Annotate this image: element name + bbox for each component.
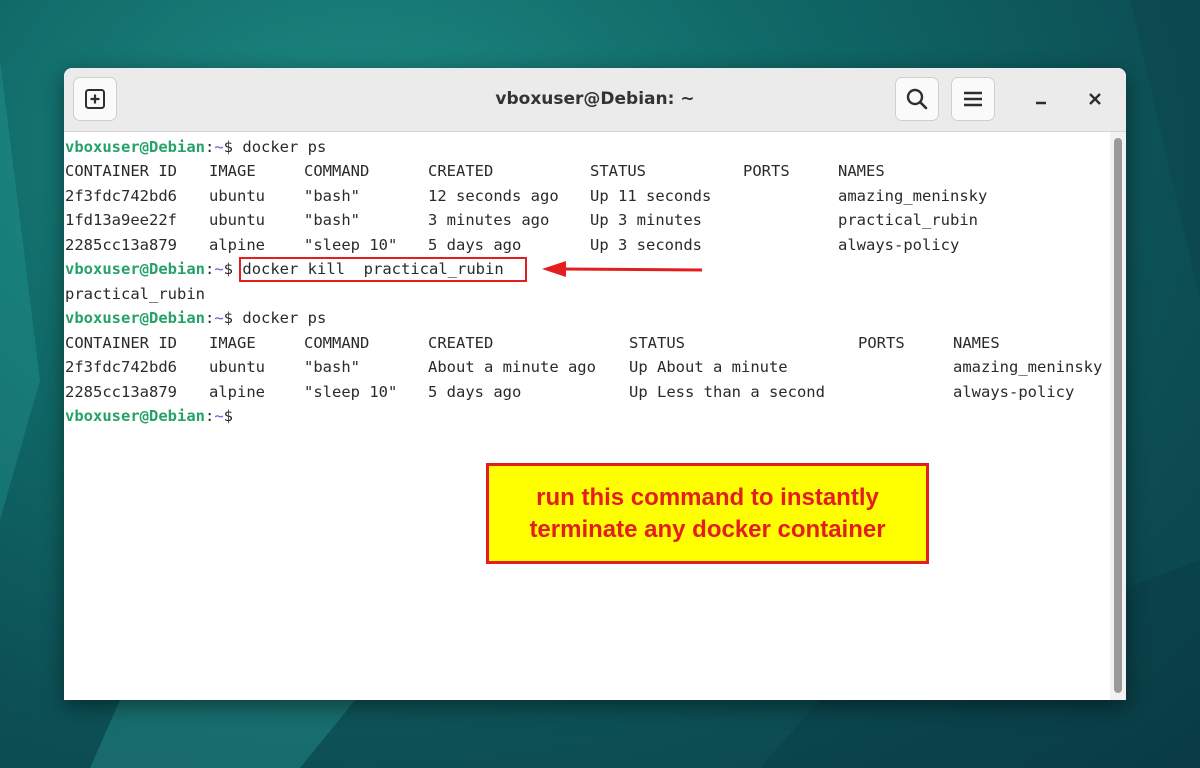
cell-container-id: 1fd13a9ee22f <box>65 211 177 229</box>
col-names: NAMES <box>953 334 1000 352</box>
cell-names: always-policy <box>838 236 960 254</box>
prompt-path: ~ <box>214 260 224 278</box>
cell-image: alpine <box>209 383 265 401</box>
prompt-path: ~ <box>214 138 224 156</box>
cell-names: always-policy <box>953 383 1075 401</box>
table-header: CONTAINER ID IMAGE COMMAND CREATED STATU… <box>65 331 1111 355</box>
annotation-callout: run this command to instantly terminate … <box>486 463 929 564</box>
col-container-id: CONTAINER ID <box>65 334 177 352</box>
cell-status: Up About a minute <box>629 358 788 376</box>
arrow-left-icon <box>542 261 703 277</box>
table-header: CONTAINER ID IMAGE COMMAND CREATED STATU… <box>65 159 1111 183</box>
cell-image: alpine <box>209 236 265 254</box>
col-names: NAMES <box>838 162 885 180</box>
kill-output: practical_rubin <box>65 285 205 303</box>
callout-line-1: run this command to instantly <box>536 483 879 511</box>
col-ports: PORTS <box>858 334 905 352</box>
col-image: IMAGE <box>209 334 256 352</box>
cell-command: "bash" <box>304 211 360 229</box>
cell-command: "sleep 10" <box>304 383 398 401</box>
col-created: CREATED <box>428 162 494 180</box>
cell-status: Up Less than a second <box>629 383 825 401</box>
prompt-user: vboxuser@Debian <box>65 260 205 278</box>
prompt-path: ~ <box>214 309 224 327</box>
table-row: 2285cc13a879 alpine "sleep 10" 5 days ag… <box>65 380 1111 404</box>
scrollbar-thumb[interactable] <box>1114 138 1122 693</box>
cell-container-id: 2285cc13a879 <box>65 383 177 401</box>
prompt-sep: : <box>204 407 215 425</box>
cell-command: "sleep 10" <box>304 236 398 254</box>
cell-created: 3 minutes ago <box>428 211 550 229</box>
prompt-symbol: $ <box>223 138 234 156</box>
table-row: 2f3fdc742bd6 ubuntu "bash" About a minut… <box>65 355 1111 379</box>
cell-status: Up 11 seconds <box>590 187 712 205</box>
cell-status: Up 3 minutes <box>590 211 702 229</box>
cell-names: amazing_meninsky <box>953 358 1103 376</box>
cell-status: Up 3 seconds <box>590 236 702 254</box>
prompt-sep: : <box>204 309 215 327</box>
cell-image: ubuntu <box>209 358 265 376</box>
command-text: docker ps <box>242 309 327 327</box>
col-ports: PORTS <box>743 162 790 180</box>
cell-command: "bash" <box>304 358 360 376</box>
prompt-symbol: $ <box>223 260 234 278</box>
col-command: COMMAND <box>304 334 370 352</box>
cell-created: 5 days ago <box>428 383 522 401</box>
prompt-sep: : <box>204 138 215 156</box>
cell-image: ubuntu <box>209 211 265 229</box>
command-highlight-box <box>239 257 527 282</box>
prompt-line-1: vboxuser@Debian:~$ docker ps <box>65 135 326 159</box>
prompt-symbol: $ <box>223 407 234 425</box>
cell-container-id: 2285cc13a879 <box>65 236 177 254</box>
callout-text: run this command to instantly terminate … <box>529 482 885 546</box>
table-row: 2285cc13a879 alpine "sleep 10" 5 days ag… <box>65 233 1111 257</box>
cell-names: practical_rubin <box>838 211 978 229</box>
prompt-user: vboxuser@Debian <box>65 138 205 156</box>
scrollbar[interactable] <box>1110 132 1126 700</box>
cell-names: amazing_meninsky <box>838 187 988 205</box>
cell-created: 12 seconds ago <box>428 187 559 205</box>
table-row: 1fd13a9ee22f ubuntu "bash" 3 minutes ago… <box>65 208 1111 232</box>
prompt-line-3: vboxuser@Debian:~$ docker ps <box>65 306 326 330</box>
prompt-line-4: vboxuser@Debian:~$ <box>65 404 233 428</box>
callout-line-2: terminate any docker container <box>529 515 886 543</box>
prompt-user: vboxuser@Debian <box>65 407 205 425</box>
col-image: IMAGE <box>209 162 256 180</box>
prompt-sep: : <box>204 260 215 278</box>
col-command: COMMAND <box>304 162 370 180</box>
table-row: 2f3fdc742bd6 ubuntu "bash" 12 seconds ag… <box>65 184 1111 208</box>
col-container-id: CONTAINER ID <box>65 162 177 180</box>
prompt-path: ~ <box>214 407 224 425</box>
command-text: docker ps <box>242 138 327 156</box>
col-status: STATUS <box>590 162 646 180</box>
cell-command: "bash" <box>304 187 360 205</box>
col-created: CREATED <box>428 334 494 352</box>
col-status: STATUS <box>629 334 685 352</box>
cell-container-id: 2f3fdc742bd6 <box>65 358 177 376</box>
cell-created: 5 days ago <box>428 236 522 254</box>
prompt-user: vboxuser@Debian <box>65 309 205 327</box>
cell-created: About a minute ago <box>428 358 596 376</box>
prompt-symbol: $ <box>223 309 234 327</box>
cell-image: ubuntu <box>209 187 265 205</box>
cell-container-id: 2f3fdc742bd6 <box>65 187 177 205</box>
